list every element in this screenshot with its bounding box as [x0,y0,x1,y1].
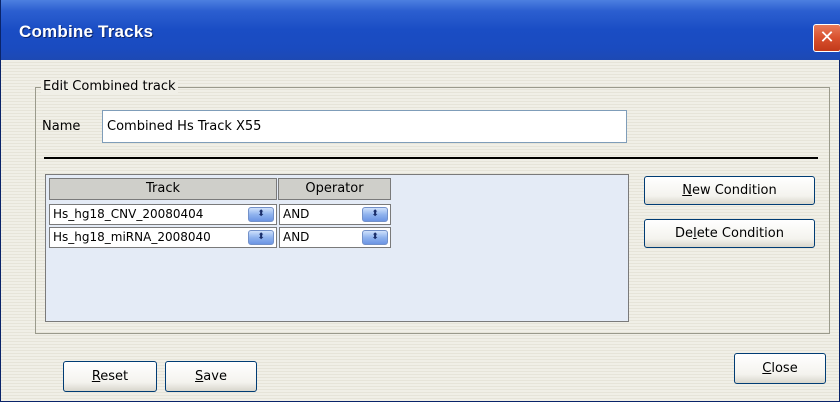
button-label: ete Condition [696,226,784,241]
reset-button[interactable]: Reset [63,361,157,392]
column-header-track[interactable]: Track [49,178,277,200]
spinner-icon[interactable]: ⬍ [248,207,274,222]
close-window-button[interactable]: ✕ [813,24,840,52]
close-icon: ✕ [819,27,835,48]
track-select[interactable]: Hs_hg18_miRNA_2008040 ⬍ [49,227,277,248]
combine-tracks-dialog: Combine Tracks ✕ Edit Combined track Nam… [0,0,840,402]
group-legend: Edit Combined track [41,79,178,94]
track-select[interactable]: Hs_hg18_CNV_20080404 ⬍ [49,204,277,225]
operator-select[interactable]: AND ⬍ [279,204,391,225]
button-label: lose [771,361,798,376]
operator-value: AND [283,207,310,221]
separator [44,157,818,159]
button-label: ave [203,369,227,384]
name-label: Name [42,119,81,134]
button-mnemonic: C [762,361,772,376]
close-button[interactable]: Close [734,353,826,384]
window-title: Combine Tracks [19,22,154,41]
button-label-prefix: De [675,226,694,241]
operator-value: AND [283,230,310,244]
name-input[interactable]: Combined Hs Track X55 [102,110,627,143]
button-mnemonic: R [91,369,101,384]
column-header-operator[interactable]: Operator [278,178,391,200]
button-label: ew Condition [691,183,777,198]
button-mnemonic: N [682,183,692,198]
button-label: eset [100,369,129,384]
track-value: Hs_hg18_miRNA_2008040 [53,230,211,244]
spinner-icon[interactable]: ⬍ [362,230,388,245]
delete-condition-button[interactable]: Delete Condition [644,219,815,248]
save-button[interactable]: Save [165,361,257,392]
spinner-icon[interactable]: ⬍ [248,230,274,245]
operator-select[interactable]: AND ⬍ [279,227,391,248]
new-condition-button[interactable]: New Condition [644,176,815,205]
track-value: Hs_hg18_CNV_20080404 [53,207,204,221]
spinner-icon[interactable]: ⬍ [362,207,388,222]
title-bar[interactable]: Combine Tracks ✕ [1,0,840,60]
